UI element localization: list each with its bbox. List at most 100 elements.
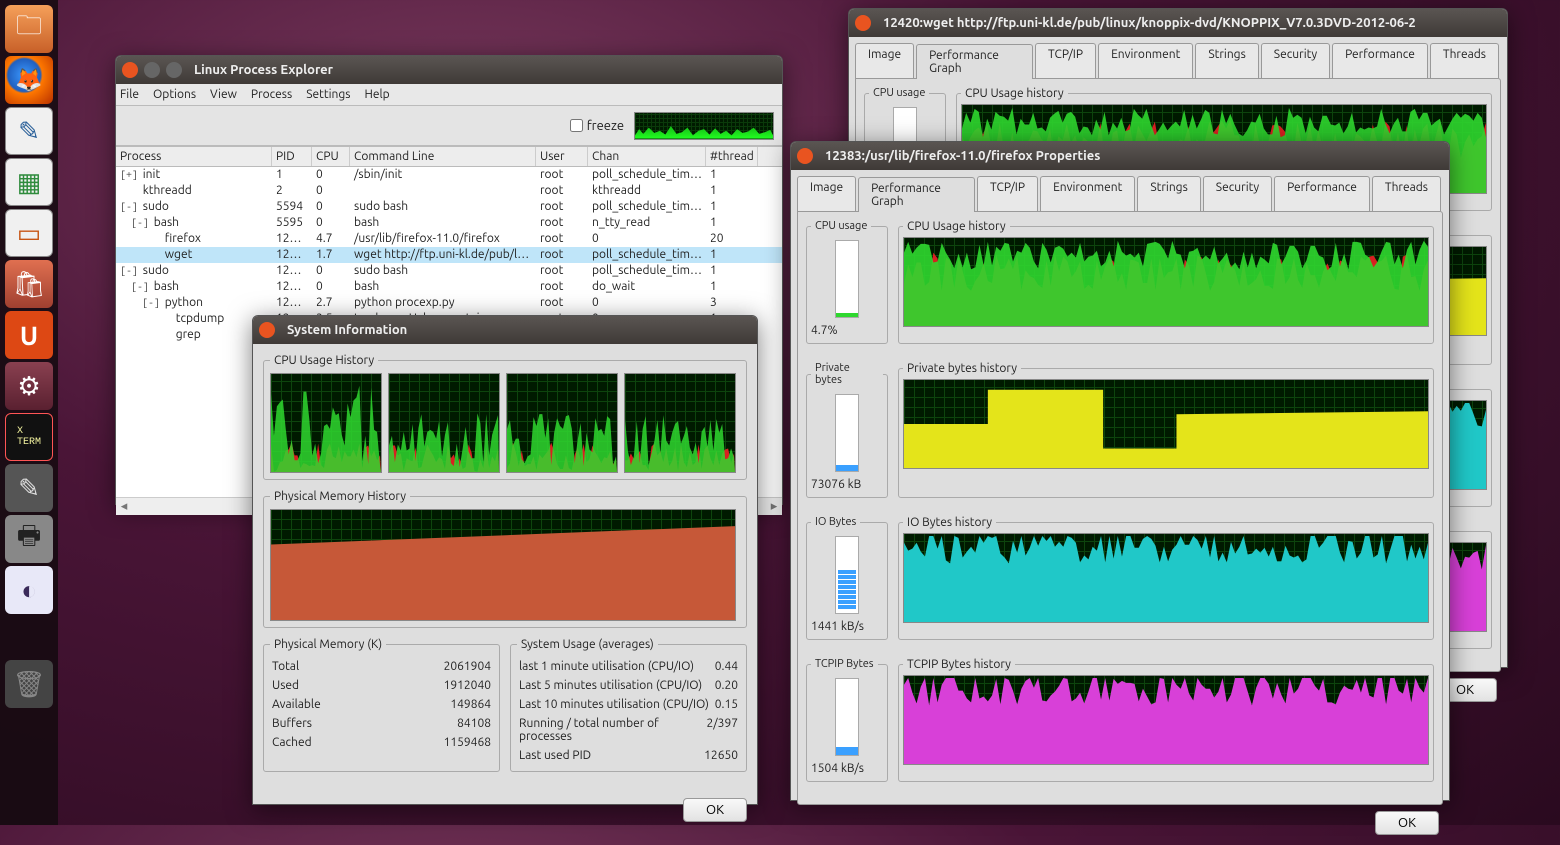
menu-process[interactable]: Process: [251, 88, 292, 101]
tab-strings[interactable]: Strings: [1137, 176, 1200, 211]
launcher-eclipse-icon[interactable]: ◐: [5, 566, 53, 614]
launcher-printer-icon[interactable]: 🖶: [5, 515, 53, 563]
history-cpu-usage: CPU Usage history: [898, 220, 1434, 344]
properties-body: CPU usage4.7%CPU Usage historyPrivate by…: [797, 211, 1443, 805]
ok-button[interactable]: OK: [1375, 811, 1439, 835]
tab-threads[interactable]: Threads: [1430, 43, 1499, 78]
titlebar[interactable]: 12420:wget http://ftp.uni-kl.de/pub/linu…: [849, 9, 1507, 37]
freeze-label: freeze: [587, 119, 624, 133]
tab-performance-graph[interactable]: Performance Graph: [916, 44, 1033, 79]
tabs: ImagePerformance GraphTCP/IPEnvironmentS…: [849, 37, 1507, 78]
system-stat: Last 5 minutes utilisation (CPU/IO)0.20: [517, 676, 740, 695]
process-row[interactable]: [-] python125742.7python procexp.pyroot0…: [116, 295, 782, 311]
tab-environment[interactable]: Environment: [1098, 43, 1193, 78]
tab-performance[interactable]: Performance: [1274, 176, 1370, 211]
mini-cpu-graph: [634, 112, 774, 140]
process-row[interactable]: kthreadd20rootkthreadd1: [116, 183, 782, 199]
launcher-calc-icon[interactable]: ▦: [5, 158, 53, 206]
launcher-impress-icon[interactable]: ▭: [5, 209, 53, 257]
meter-io-bytes: IO Bytes1441 kB/s: [806, 516, 888, 640]
process-row[interactable]: [-] sudo124940sudo bashrootpoll_schedule…: [116, 263, 782, 279]
meter-value: 73076 kB: [811, 476, 883, 493]
tab-image[interactable]: Image: [797, 176, 856, 211]
menu-settings[interactable]: Settings: [306, 88, 350, 101]
meter-tcpip-bytes: TCPIP Bytes1504 kB/s: [806, 658, 888, 782]
metric-row: IO Bytes1441 kB/sIO Bytes history: [806, 516, 1434, 650]
tab-security[interactable]: Security: [1261, 43, 1330, 78]
process-row[interactable]: [+] init10/sbin/initrootpoll_schedule_ti…: [116, 167, 782, 183]
metric-row: Private bytes73076 kBPrivate bytes histo…: [806, 362, 1434, 508]
close-icon[interactable]: [855, 15, 871, 31]
menu-help[interactable]: Help: [364, 88, 389, 101]
unity-launcher: 🗀 🦊 ✎ ▦ ▭ 🛍 U ⚙ XTERM ✎ 🖶 ◐ 🗑: [0, 0, 58, 825]
launcher-text-editor-icon[interactable]: ✎: [5, 464, 53, 512]
column-header[interactable]: #thread: [706, 147, 758, 166]
ok-button[interactable]: OK: [683, 798, 747, 822]
tab-security[interactable]: Security: [1203, 176, 1272, 211]
memk-legend: Physical Memory (K): [270, 638, 386, 651]
column-header[interactable]: Chan: [588, 147, 706, 166]
sys-legend: System Usage (averages): [517, 638, 658, 651]
system-stat: Running / total number of processes2/397: [517, 714, 740, 746]
history-tcpip-bytes: TCPIP Bytes history: [898, 658, 1434, 782]
tab-tcp-ip[interactable]: TCP/IP: [977, 176, 1038, 211]
column-header[interactable]: CPU: [312, 147, 350, 166]
close-icon[interactable]: [797, 148, 813, 164]
process-row[interactable]: wget124201.7wget http://ftp.uni-kl.de/pu…: [116, 247, 782, 263]
close-icon[interactable]: [122, 62, 138, 78]
process-row[interactable]: firefox123834.7/usr/lib/firefox-11.0/fir…: [116, 231, 782, 247]
metric-row: TCPIP Bytes1504 kB/sTCPIP Bytes history: [806, 658, 1434, 792]
cpu-core-graph: [388, 373, 500, 473]
meter-private-bytes: Private bytes73076 kB: [806, 362, 888, 498]
tab-tcp-ip[interactable]: TCP/IP: [1035, 43, 1096, 78]
column-header[interactable]: PID: [272, 147, 312, 166]
window-title: 12383:/usr/lib/firefox-11.0/firefox Prop…: [825, 149, 1443, 163]
tab-performance[interactable]: Performance: [1332, 43, 1428, 78]
column-header[interactable]: Process: [116, 147, 272, 166]
process-row[interactable]: [-] sudo55940sudo bashrootpoll_schedule_…: [116, 199, 782, 215]
process-row[interactable]: [-] bash55950bashrootn_tty_read1: [116, 215, 782, 231]
titlebar[interactable]: System Information: [253, 316, 757, 344]
launcher-firefox-icon[interactable]: 🦊: [5, 56, 53, 104]
tabs: ImagePerformance GraphTCP/IPEnvironmentS…: [791, 170, 1449, 211]
launcher-settings-icon[interactable]: ⚙: [5, 362, 53, 410]
titlebar[interactable]: Linux Process Explorer: [116, 56, 782, 84]
minimize-icon[interactable]: [144, 62, 160, 78]
launcher-software-icon[interactable]: 🛍: [5, 260, 53, 308]
metric-row: CPU usage4.7%CPU Usage history: [806, 220, 1434, 354]
cpu-core-graph: [506, 373, 618, 473]
tab-environment[interactable]: Environment: [1040, 176, 1135, 211]
freeze-checkbox-input[interactable]: [570, 119, 583, 132]
process-table-header[interactable]: ProcessPIDCPUCommand LineUserChan#thread: [116, 146, 782, 167]
menubar: File Options View Process Settings Help: [116, 84, 782, 106]
menu-file[interactable]: File: [120, 88, 139, 101]
tab-performance-graph[interactable]: Performance Graph: [858, 177, 975, 212]
maximize-icon[interactable]: [166, 62, 182, 78]
meter-value: 1504 kB/s: [811, 760, 883, 777]
close-icon[interactable]: [259, 322, 275, 338]
meter-cpu-usage: CPU usage4.7%: [806, 220, 888, 344]
system-information-window: System Information CPU Usage History Phy…: [252, 315, 758, 805]
freeze-checkbox[interactable]: freeze: [570, 119, 624, 133]
launcher-writer-icon[interactable]: ✎: [5, 107, 53, 155]
launcher-xterm-icon[interactable]: XTERM: [5, 413, 53, 461]
window-title: 12420:wget http://ftp.uni-kl.de/pub/linu…: [883, 16, 1501, 30]
column-header[interactable]: Command Line: [350, 147, 536, 166]
launcher-files-icon[interactable]: 🗀: [5, 5, 53, 53]
physical-memory-history-fieldset: Physical Memory History: [263, 490, 747, 628]
memory-history-graph: [270, 509, 736, 621]
menu-view[interactable]: View: [210, 88, 237, 101]
column-header[interactable]: User: [536, 147, 588, 166]
memory-stat: Total2061904: [270, 657, 493, 676]
memory-stat: Available149864: [270, 695, 493, 714]
tab-threads[interactable]: Threads: [1372, 176, 1441, 211]
process-row[interactable]: [-] bash124950bashrootdo_wait1: [116, 279, 782, 295]
system-usage-fieldset: System Usage (averages) last 1 minute ut…: [510, 638, 747, 772]
memory-stat: Used1912040: [270, 676, 493, 695]
menu-options[interactable]: Options: [153, 88, 196, 101]
titlebar[interactable]: 12383:/usr/lib/firefox-11.0/firefox Prop…: [791, 142, 1449, 170]
tab-strings[interactable]: Strings: [1195, 43, 1258, 78]
tab-image[interactable]: Image: [855, 43, 914, 78]
launcher-ubuntuone-icon[interactable]: U: [5, 311, 53, 359]
launcher-trash-icon[interactable]: 🗑: [5, 660, 53, 708]
